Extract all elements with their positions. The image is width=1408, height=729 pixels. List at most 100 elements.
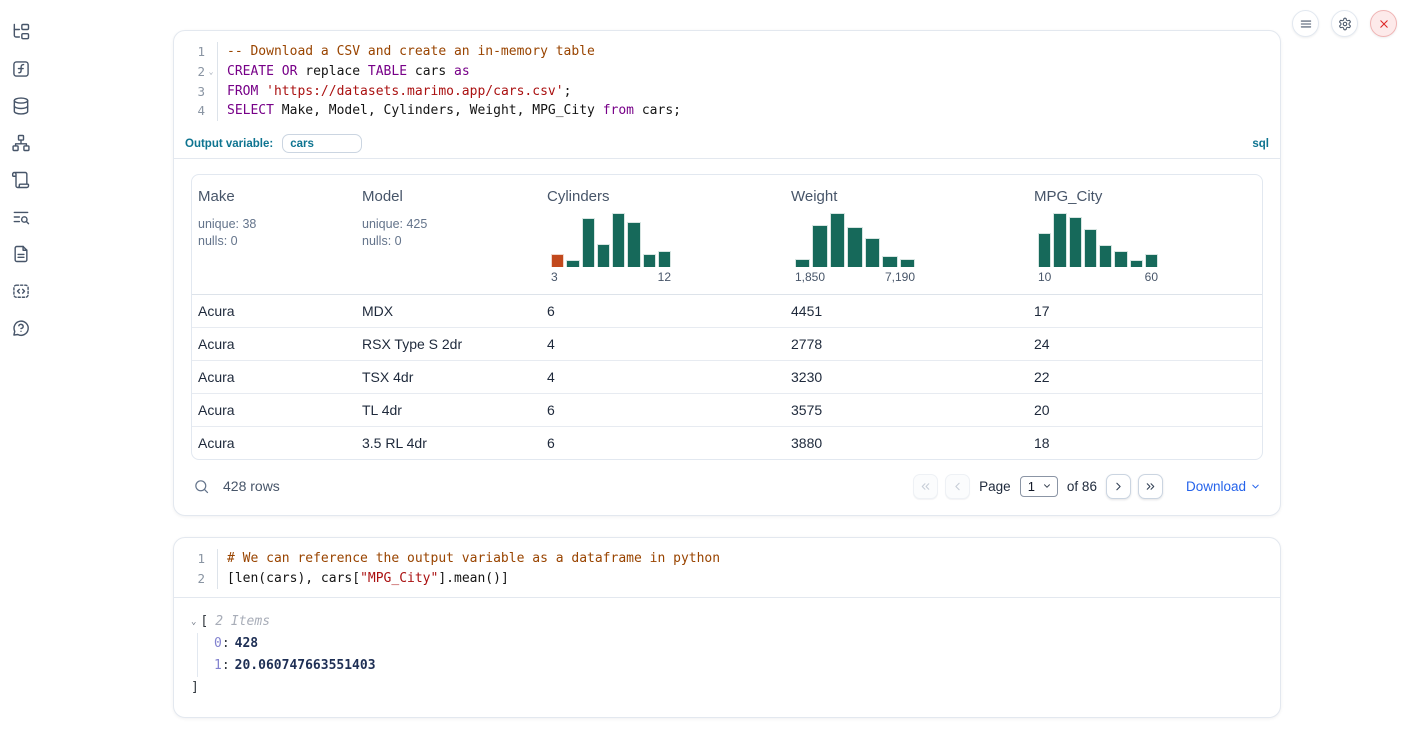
dataframe-table: Make unique: 38nulls: 0Modelunique: 425nu…	[191, 174, 1263, 460]
table-cell: 18	[1028, 427, 1262, 459]
column-title: Model	[362, 188, 537, 205]
table-cell: 3575	[785, 394, 1028, 426]
sql-cell: 1-- Download a CSV and create an in-memo…	[173, 30, 1281, 516]
table-row[interactable]: AcuraTL 4dr6357520	[192, 393, 1262, 426]
histogram-max-label: 12	[658, 270, 671, 284]
column-header[interactable]: Cylinders312	[541, 188, 785, 294]
scroll-icon[interactable]	[10, 169, 32, 190]
python-cell: 1# We can reference the output variable …	[173, 537, 1281, 718]
table-row[interactable]: AcuraTSX 4dr4323022	[192, 360, 1262, 393]
histogram-bar	[551, 254, 564, 267]
histogram-bar	[847, 227, 862, 268]
database-icon[interactable]	[10, 95, 32, 116]
page-label: Page	[979, 479, 1011, 494]
code-line[interactable]: 4SELECT Make, Model, Cylinders, Weight, …	[174, 101, 1280, 121]
column-stats: unique: 38nulls: 0	[198, 216, 352, 250]
column-histogram: 1060	[1038, 213, 1158, 284]
download-button[interactable]: Download	[1186, 479, 1261, 494]
file-tree-icon[interactable]	[10, 21, 32, 42]
text-search-icon[interactable]	[10, 206, 32, 227]
snippets-icon[interactable]	[10, 280, 32, 301]
histogram-max-label: 7,190	[885, 270, 915, 284]
column-header[interactable]: Modelunique: 425nulls: 0	[356, 188, 541, 294]
row-count: 428 rows	[223, 478, 280, 494]
sql-code-editor[interactable]: 1-- Download a CSV and create an in-memo…	[174, 31, 1280, 129]
settings-button[interactable]	[1331, 10, 1358, 37]
column-title: Weight	[791, 188, 1024, 205]
item-value: 428	[235, 636, 258, 651]
prev-page-button[interactable]	[945, 474, 970, 499]
python-code-editor[interactable]: 1# We can reference the output variable …	[174, 538, 1280, 598]
histogram-bar	[900, 259, 915, 267]
sql-cell-output: Make unique: 38nulls: 0Modelunique: 425nu…	[174, 159, 1280, 515]
column-title: Make	[198, 188, 352, 205]
list-item: 1:20.060747663551403	[214, 655, 1263, 677]
gear-icon	[1338, 17, 1352, 31]
table-cell: Acura	[192, 394, 356, 426]
table-cell: 3880	[785, 427, 1028, 459]
function-icon[interactable]	[10, 58, 32, 79]
line-number: 2	[174, 569, 218, 589]
table-cell: TL 4dr	[356, 394, 541, 426]
table-cell: 20	[1028, 394, 1262, 426]
histogram-min-label: 1,850	[795, 270, 825, 284]
code-line[interactable]: 1-- Download a CSV and create an in-memo…	[174, 42, 1280, 62]
histogram-bar	[627, 222, 640, 267]
next-page-button[interactable]	[1106, 474, 1131, 499]
topbar-controls	[1292, 10, 1397, 37]
open-bracket: [	[200, 611, 208, 633]
histogram-bar	[1038, 233, 1051, 267]
table-row[interactable]: AcuraMDX6445117	[192, 294, 1262, 327]
table-cell: 4	[541, 328, 785, 360]
table-cell: 24	[1028, 328, 1262, 360]
output-variable-input[interactable]	[282, 134, 362, 153]
menu-button[interactable]	[1292, 10, 1319, 37]
collapse-chevron-icon[interactable]: ⌄	[191, 611, 196, 633]
page-select-value: 1	[1028, 479, 1035, 494]
line-number: 1	[174, 549, 218, 569]
code-line[interactable]: 1# We can reference the output variable …	[174, 549, 1280, 569]
shutdown-button[interactable]	[1370, 10, 1397, 37]
histogram-bar	[1145, 254, 1158, 267]
column-header[interactable]: Weight 1,850 7,190	[785, 188, 1028, 294]
column-histogram: 1,850 7,190	[795, 213, 915, 284]
download-label: Download	[1186, 479, 1246, 494]
histogram-bar	[612, 213, 625, 267]
column-title: MPG_City	[1034, 188, 1258, 205]
document-icon[interactable]	[10, 243, 32, 264]
page-select[interactable]: 1	[1020, 476, 1058, 497]
table-footer: 428 rows Page 1 of 86	[191, 470, 1263, 502]
code-line[interactable]: 2[len(cars), cars["MPG_City"].mean()]	[174, 569, 1280, 589]
table-row[interactable]: Acura3.5 RL 4dr6388018	[192, 426, 1262, 459]
histogram-bar	[582, 218, 595, 267]
item-index: 0	[214, 636, 222, 651]
histogram-max-label: 60	[1145, 270, 1158, 284]
dependency-graph-icon[interactable]	[10, 132, 32, 153]
table-cell: 6	[541, 295, 785, 327]
table-body: AcuraMDX6445117AcuraRSX Type S 2dr427782…	[192, 294, 1262, 459]
column-header[interactable]: MPG_City 1060	[1028, 188, 1262, 294]
code-line[interactable]: 2⌄CREATE OR replace TABLE cars as	[174, 62, 1280, 82]
close-icon	[1377, 17, 1391, 31]
column-header[interactable]: Make unique: 38nulls: 0	[192, 188, 356, 294]
table-cell: Acura	[192, 295, 356, 327]
table-cell: 2778	[785, 328, 1028, 360]
table-cell: RSX Type S 2dr	[356, 328, 541, 360]
table-cell: 4451	[785, 295, 1028, 327]
item-index: 1	[214, 658, 222, 673]
chevron-down-icon	[1042, 481, 1052, 491]
list-entries: 0:4281:20.060747663551403	[197, 633, 1263, 677]
chevron-right-icon	[1112, 480, 1125, 493]
first-page-button[interactable]	[913, 474, 938, 499]
last-page-button[interactable]	[1138, 474, 1163, 499]
table-row[interactable]: AcuraRSX Type S 2dr4277824	[192, 327, 1262, 360]
help-icon[interactable]	[10, 317, 32, 338]
fold-chevron-icon[interactable]: ⌄	[205, 68, 217, 76]
histogram-bar	[1114, 251, 1127, 267]
code-line[interactable]: 3FROM 'https://datasets.marimo.app/cars.…	[174, 82, 1280, 102]
language-badge: sql	[1252, 138, 1269, 150]
chevrons-right-icon	[1144, 480, 1157, 493]
search-icon[interactable]	[193, 478, 210, 495]
histogram-bar	[1130, 260, 1143, 267]
line-number: 4	[174, 101, 218, 121]
